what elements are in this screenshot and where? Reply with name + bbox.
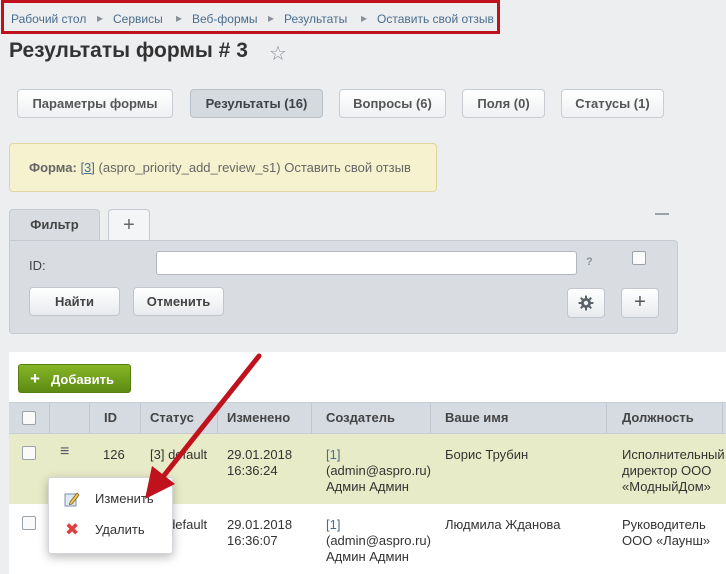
edit-icon — [64, 492, 80, 507]
add-filter-tab-plus-icon[interactable]: + — [108, 209, 150, 240]
plus-icon: + — [634, 291, 646, 313]
row-context-menu: Изменить ✖ Удалить — [48, 477, 173, 554]
breadcrumb-item-services[interactable]: Сервисы — [113, 12, 163, 26]
row-status: [3] default — [150, 447, 208, 462]
row-name: Людмила Жданова — [445, 517, 561, 532]
row-creator-name: Админ Админ — [326, 479, 409, 494]
context-menu-delete-label: Удалить — [95, 522, 145, 537]
breadcrumb: Рабочий стол ▸ Сервисы ▸ Веб-формы ▸ Рез… — [1, 0, 500, 34]
filter-tab[interactable]: Фильтр — [9, 209, 100, 240]
menu-icon[interactable]: ≡ — [60, 444, 69, 460]
breadcrumb-separator-icon: ▸ — [97, 11, 104, 25]
tab-form-parameters[interactable]: Параметры формы — [17, 89, 173, 118]
tab-results[interactable]: Результаты (16) — [190, 89, 323, 118]
select-all-checkbox[interactable] — [22, 411, 36, 425]
delete-icon: ✖ — [65, 520, 80, 539]
row-changed-time: 16:36:24 — [227, 463, 278, 478]
page-title: Результаты формы # 3 — [9, 39, 248, 62]
breadcrumb-item-webforms[interactable]: Веб-формы — [192, 12, 258, 26]
tab-questions[interactable]: Вопросы (6) — [339, 89, 446, 118]
column-header-position[interactable]: Должность — [622, 403, 694, 433]
context-menu-edit[interactable]: Изменить — [49, 485, 172, 513]
row-changed-time: 16:36:07 — [227, 533, 278, 548]
breadcrumb-separator-icon: ▸ — [176, 11, 183, 25]
column-header-changed[interactable]: Изменено — [227, 403, 290, 433]
row-name: Борис Трубин — [445, 447, 529, 462]
help-icon[interactable]: ? — [586, 256, 593, 268]
row-changed-date: 29.01.2018 — [227, 447, 293, 462]
breadcrumb-separator-icon: ▸ — [361, 11, 368, 25]
id-filter-input[interactable] — [156, 251, 577, 275]
row-id: 126 — [103, 447, 125, 462]
row-creator-email: (admin@aspro.ru) — [326, 463, 431, 478]
id-filter-label: ID: — [29, 258, 46, 273]
form-info-label: Форма: — [29, 160, 77, 175]
cancel-button[interactable]: Отменить — [133, 287, 224, 316]
collapse-filter-icon[interactable] — [655, 213, 669, 215]
row-position-line3: «МодныйДом» — [622, 479, 711, 494]
settings-button[interactable] — [567, 288, 605, 318]
context-menu-edit-label: Изменить — [95, 491, 154, 506]
column-header-name[interactable]: Ваше имя — [445, 403, 509, 433]
breadcrumb-item-current[interactable]: Оставить свой отзыв — [377, 12, 494, 26]
breadcrumb-item-desktop[interactable]: Рабочий стол — [11, 12, 86, 26]
row-creator-email: (admin@aspro.ru) — [326, 533, 431, 548]
row-position-line2: директор ООО — [622, 463, 712, 478]
row-changed-date: 29.01.2018 — [227, 517, 293, 532]
breadcrumb-item-results[interactable]: Результаты — [284, 12, 347, 26]
row-checkbox[interactable] — [22, 446, 36, 460]
plus-icon: + — [30, 369, 40, 388]
column-header-id[interactable]: ID — [104, 403, 117, 433]
row-creator-name: Админ Админ — [326, 549, 409, 564]
table-header: ID Статус Изменено Создатель Ваше имя До… — [9, 402, 726, 434]
add-button-label: Добавить — [51, 372, 114, 387]
context-menu-delete[interactable]: ✖ Удалить — [49, 516, 172, 544]
gear-icon — [578, 295, 594, 311]
row-creator-link[interactable]: [1] — [326, 517, 340, 533]
row-checkbox[interactable] — [22, 516, 36, 530]
breadcrumb-separator-icon: ▸ — [268, 11, 275, 25]
star-icon[interactable]: ☆ — [269, 41, 287, 66]
form-info-text: (aspro_priority_add_review_s1) Оставить … — [94, 160, 411, 175]
add-filter-field-button[interactable]: + — [621, 288, 659, 318]
row-creator-link[interactable]: [1] — [326, 447, 340, 463]
row-position-line1: Исполнительный — [622, 447, 725, 462]
tab-fields[interactable]: Поля (0) — [462, 89, 545, 118]
filter-checkbox[interactable] — [632, 251, 646, 265]
column-header-status[interactable]: Статус — [150, 403, 194, 433]
form-id-link[interactable]: [3] — [80, 160, 94, 175]
form-info-box: Форма: [3] (aspro_priority_add_review_s1… — [9, 143, 437, 192]
add-button[interactable]: + Добавить — [18, 364, 131, 393]
row-position-line1: Руководитель — [622, 517, 706, 532]
row-position-line2: ООО «Лаунш» — [622, 533, 711, 548]
find-button[interactable]: Найти — [29, 287, 120, 316]
column-header-creator[interactable]: Создатель — [326, 403, 395, 433]
tab-statuses[interactable]: Статусы (1) — [561, 89, 664, 118]
